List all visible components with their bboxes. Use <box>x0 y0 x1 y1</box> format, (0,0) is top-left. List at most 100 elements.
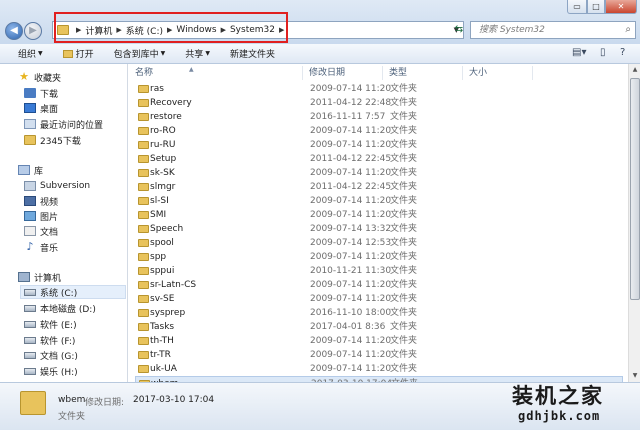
file-row[interactable]: sysprep 2016-11-10 18:00 文件夹 <box>135 306 623 320</box>
preview-pane-icon[interactable]: ▯ <box>600 47 606 58</box>
maximize-button[interactable]: □ <box>587 0 605 14</box>
close-button[interactable]: ✕ <box>605 0 637 14</box>
new-folder-button[interactable]: 新建文件夹 <box>230 47 275 60</box>
sidebar-item-subversion[interactable]: Subversion <box>24 179 90 193</box>
file-type: 文件夹 <box>390 210 418 220</box>
share-button[interactable]: 共享 ▼ <box>185 47 210 60</box>
sidebar-item-2345-downloads[interactable]: 2345下载 <box>24 133 81 147</box>
file-modified-date: 2009-07-14 13:32 <box>310 224 392 234</box>
folder-icon <box>138 211 149 219</box>
details-type: 文件夹 <box>58 412 86 422</box>
file-row[interactable]: ras 2009-07-14 11:20 文件夹 <box>135 82 623 96</box>
watermark-title: 装机之家 <box>512 383 604 408</box>
open-button[interactable]: 打开 <box>62 47 94 60</box>
folder-icon <box>138 267 149 275</box>
sort-arrow-icon: ▲ <box>189 66 194 73</box>
column-header-modified[interactable]: 修改日期 <box>303 66 383 80</box>
breadcrumb-computer[interactable]: 计算机 <box>85 24 112 37</box>
help-icon[interactable]: ? <box>620 47 625 58</box>
address-bar[interactable]: ▶ 计算机 ▶ 系统 (C:) ▶ Windows ▶ System32 ▶ ▼ <box>52 21 464 39</box>
file-name: sk-SK <box>150 168 175 178</box>
file-row[interactable]: sppui 2010-11-21 11:30 文件夹 <box>135 264 623 278</box>
minimize-button[interactable]: ▭ <box>567 0 587 14</box>
file-modified-date: 2009-07-14 11:20 <box>310 280 392 290</box>
column-header-type[interactable]: 类型 <box>383 66 463 80</box>
search-input[interactable]: 搜索 System32 ⌕ <box>470 21 636 39</box>
file-row[interactable]: sv-SE 2009-07-14 11:20 文件夹 <box>135 292 623 306</box>
back-button[interactable]: ◀ <box>5 22 23 40</box>
sidebar-item-downloads[interactable]: 下载 <box>24 86 58 100</box>
file-name: ru-RU <box>150 140 176 150</box>
music-note-icon: ♪ <box>26 240 34 253</box>
breadcrumb-system32[interactable]: System32 <box>230 25 275 35</box>
file-row[interactable]: spool 2009-07-14 12:53 文件夹 <box>135 236 623 250</box>
column-header-size[interactable]: 大小 <box>463 66 533 80</box>
file-row[interactable]: Tasks 2017-04-01 8:36 文件夹 <box>135 320 623 334</box>
search-icon[interactable]: ⌕ <box>625 22 631 38</box>
drive-icon <box>24 351 36 359</box>
file-row[interactable]: ru-RU 2009-07-14 11:20 文件夹 <box>135 138 623 152</box>
file-row[interactable]: sl-SI 2009-07-14 11:20 文件夹 <box>135 194 623 208</box>
sidebar-libraries-header[interactable]: 库 <box>18 163 43 177</box>
file-type: 文件夹 <box>390 140 418 150</box>
file-row[interactable]: tr-TR 2009-07-14 11:20 文件夹 <box>135 348 623 362</box>
file-row[interactable]: spp 2009-07-14 11:20 文件夹 <box>135 250 623 264</box>
breadcrumb-separator-icon[interactable]: ▶ <box>167 26 172 34</box>
sidebar-label: 库 <box>34 166 44 177</box>
sidebar-item-desktop[interactable]: 桌面 <box>24 101 58 115</box>
breadcrumb-drive-c[interactable]: 系统 (C:) <box>126 24 163 37</box>
file-type: 文件夹 <box>390 168 418 178</box>
sidebar-item-drive-h[interactable]: 娱乐 (H:) <box>24 364 78 378</box>
breadcrumb-separator-icon[interactable]: ▶ <box>116 26 121 34</box>
file-row[interactable]: th-TH 2009-07-14 11:20 文件夹 <box>135 334 623 348</box>
refresh-icon[interactable]: ⇆ <box>451 22 467 38</box>
sidebar-item-recent[interactable]: 最近访问的位置 <box>24 117 103 131</box>
file-row[interactable]: restore 2016-11-11 7:57 文件夹 <box>135 110 623 124</box>
file-modified-date: 2009-07-14 11:20 <box>310 196 392 206</box>
sidebar-item-videos[interactable]: 视频 <box>24 194 58 208</box>
sidebar-item-drive-g[interactable]: 文档 (G:) <box>24 348 78 362</box>
file-modified-date: 2011-04-12 22:45 <box>310 154 392 164</box>
sidebar-item-drive-c[interactable]: 系统 (C:) <box>20 285 126 299</box>
file-row[interactable]: SMI 2009-07-14 11:20 文件夹 <box>135 208 623 222</box>
forward-button[interactable]: ▶ <box>24 22 42 40</box>
vertical-scrollbar[interactable]: ▲ ▼ <box>628 64 640 382</box>
watermark-url: gdhjbk.com <box>518 409 601 423</box>
scroll-up-icon[interactable]: ▲ <box>630 64 640 76</box>
scroll-down-icon[interactable]: ▼ <box>630 370 640 382</box>
file-list: 名称 ▲ 修改日期 类型 大小 ras 2009-07-14 11:20 文件夹 Rec… <box>129 64 628 390</box>
breadcrumb-separator-icon[interactable]: ▶ <box>279 26 284 34</box>
sidebar-item-pictures[interactable]: 图片 <box>24 209 58 223</box>
include-in-library-button[interactable]: 包含到库中 ▼ <box>114 47 166 60</box>
organize-button[interactable]: 组织 ▼ <box>18 47 43 60</box>
sidebar-favorites-header[interactable]: ★ 收藏夹 <box>18 70 61 84</box>
sidebar-item-documents[interactable]: 文档 <box>24 224 58 238</box>
include-in-library-label: 包含到库中 <box>113 50 159 60</box>
file-row[interactable]: Recovery 2011-04-12 22:48 文件夹 <box>135 96 623 110</box>
file-row[interactable]: Setup 2011-04-12 22:45 文件夹 <box>135 152 623 166</box>
file-row[interactable]: slmgr 2011-04-12 22:45 文件夹 <box>135 180 623 194</box>
file-name: sr-Latn-CS <box>150 280 197 290</box>
file-modified-date: 2010-11-21 11:30 <box>310 266 392 276</box>
view-options-icon[interactable]: ▤▾ <box>572 47 586 58</box>
file-type: 文件夹 <box>390 98 418 108</box>
breadcrumb-windows[interactable]: Windows <box>176 25 216 35</box>
file-row[interactable]: ro-RO 2009-07-14 11:20 文件夹 <box>135 124 623 138</box>
scroll-thumb[interactable] <box>630 78 640 300</box>
sidebar-item-drive-f[interactable]: 软件 (F:) <box>24 333 75 347</box>
file-row[interactable]: Speech 2009-07-14 13:32 文件夹 <box>135 222 623 236</box>
sidebar-label: 桌面 <box>40 104 59 115</box>
file-name: ro-RO <box>150 126 176 136</box>
documents-icon <box>24 226 36 236</box>
sidebar-label: 软件 (F:) <box>40 336 76 347</box>
breadcrumb-separator-icon[interactable]: ▶ <box>221 26 226 34</box>
sidebar-item-drive-d[interactable]: 本地磁盘 (D:) <box>24 301 96 315</box>
file-row[interactable]: uk-UA 2009-07-14 11:20 文件夹 <box>135 362 623 376</box>
column-header-name[interactable]: 名称 ▲ <box>129 66 303 80</box>
file-row[interactable]: sr-Latn-CS 2009-07-14 11:20 文件夹 <box>135 278 623 292</box>
sidebar-computer-header[interactable]: 计算机 <box>18 270 61 284</box>
breadcrumb-separator-icon[interactable]: ▶ <box>76 26 81 34</box>
sidebar-item-drive-e[interactable]: 软件 (E:) <box>24 317 77 331</box>
sidebar-item-music[interactable]: ♪ 音乐 <box>24 240 58 254</box>
file-row[interactable]: sk-SK 2009-07-14 11:20 文件夹 <box>135 166 623 180</box>
